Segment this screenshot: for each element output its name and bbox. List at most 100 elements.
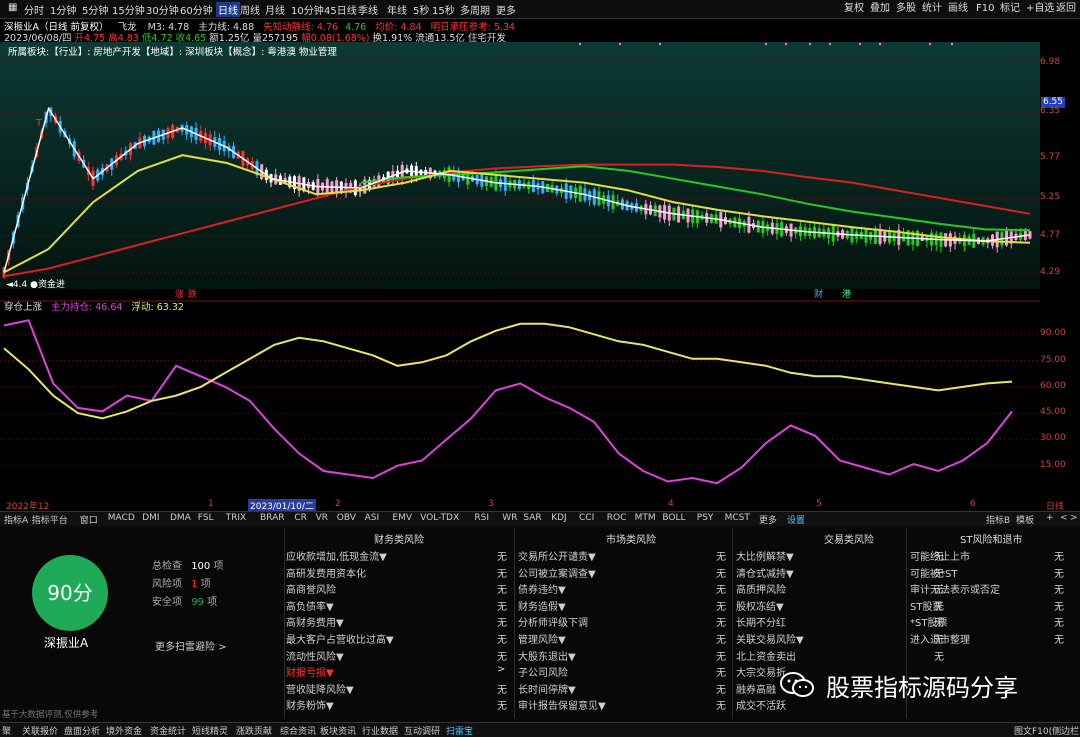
risk-item-label[interactable]: *ST股票 bbox=[910, 614, 947, 629]
indicator-tab-7[interactable]: TRIX bbox=[226, 513, 247, 523]
tab-right-0[interactable]: 指标B bbox=[986, 513, 1010, 526]
indicator-tab-13[interactable]: EMV bbox=[392, 513, 412, 523]
risk-item-label[interactable]: 审计报告保留意见▼ bbox=[518, 697, 606, 712]
period-2[interactable]: 5分钟 bbox=[82, 2, 108, 17]
footer-item-7[interactable]: 综合资讯 bbox=[280, 724, 316, 737]
indicator-tab-21[interactable]: MTM bbox=[635, 513, 656, 523]
risk-item-label[interactable]: 清仓式减持▼ bbox=[736, 565, 794, 580]
toolbar-btn-6[interactable]: 标记 bbox=[998, 1, 1022, 16]
indicator-tab-0[interactable]: 指标A bbox=[4, 513, 28, 526]
toolbar-btn-5[interactable]: F10 bbox=[974, 1, 996, 16]
footer-item-1[interactable]: 关联报价 bbox=[22, 724, 58, 737]
toolbar-btn-8[interactable]: 返回 bbox=[1054, 1, 1078, 16]
period-5[interactable]: 60分钟 bbox=[180, 2, 213, 17]
kline-chart[interactable] bbox=[0, 30, 1040, 300]
risk-item-label[interactable]: 长时间停牌▼ bbox=[518, 681, 576, 696]
period-4[interactable]: 30分钟 bbox=[146, 2, 179, 17]
period-3[interactable]: 15分钟 bbox=[112, 2, 145, 17]
tab-right-2[interactable]: + bbox=[1046, 513, 1054, 523]
risk-item-label[interactable]: 融券高融 bbox=[736, 681, 776, 696]
toolbar-btn-0[interactable]: 复权 bbox=[842, 1, 866, 16]
risk-item-label[interactable]: 高负债率▼ bbox=[286, 598, 334, 613]
indicator-tab-6[interactable]: FSL bbox=[198, 513, 214, 523]
footer-item-5[interactable]: 短线精灵 bbox=[192, 724, 228, 737]
indicator-tab-12[interactable]: ASI bbox=[365, 513, 380, 523]
indicator-tab-2[interactable]: 窗口 bbox=[80, 513, 98, 526]
indicator-tab-9[interactable]: CR bbox=[294, 513, 307, 523]
footer-item-4[interactable]: 资金统计 bbox=[150, 724, 186, 737]
period-13[interactable]: 5秒 bbox=[413, 2, 429, 17]
period-14[interactable]: 15秒 bbox=[432, 2, 455, 17]
tab-right-3[interactable]: < bbox=[1060, 513, 1068, 523]
risk-item-label[interactable]: 可能终止上市 bbox=[910, 548, 970, 563]
risk-item-label[interactable]: 成交不活跃 bbox=[736, 697, 786, 712]
risk-item-label[interactable]: 高研发费用资本化 bbox=[286, 565, 366, 580]
risk-item-label[interactable]: 最大客户占营收比过高▼ bbox=[286, 631, 394, 646]
tab-right-1[interactable]: 模板 bbox=[1016, 513, 1034, 526]
risk-item-label[interactable]: 关联交易风险▼ bbox=[736, 631, 804, 646]
toolbar-btn-7[interactable]: +自选 bbox=[1024, 1, 1056, 16]
indicator-tab-4[interactable]: DMI bbox=[142, 513, 159, 523]
indicator-tab-25[interactable]: 更多 bbox=[759, 513, 777, 526]
more-scan-link[interactable]: 更多扫雷避险 > bbox=[155, 638, 227, 653]
indicator-tab-5[interactable]: DMA bbox=[170, 513, 191, 523]
risk-item-label[interactable]: 高商誉风险 bbox=[286, 581, 336, 596]
risk-item-label[interactable]: 流动性风险▼ bbox=[286, 648, 344, 663]
indicator-tab-10[interactable]: VR bbox=[316, 513, 328, 523]
footer-item-11[interactable]: 扫雷宝 bbox=[446, 724, 473, 737]
f10-sidebar-button[interactable]: 图文F10(侧边栏) bbox=[1014, 724, 1080, 737]
indicator-tab-8[interactable]: BRAR bbox=[260, 513, 284, 523]
indicator-tab-16[interactable]: WR bbox=[502, 513, 517, 523]
toolbar-btn-3[interactable]: 统计 bbox=[920, 1, 944, 16]
risk-item-label[interactable]: 大比例解禁▼ bbox=[736, 548, 794, 563]
indicator-tab-14[interactable]: VOL-TDX bbox=[420, 513, 459, 523]
risk-item-label[interactable]: 债券违约▼ bbox=[518, 581, 566, 596]
risk-item-label[interactable]: 高质押风险 bbox=[736, 581, 786, 596]
risk-item-label[interactable]: 审计无法表示或否定 bbox=[910, 581, 1000, 596]
risk-item-label[interactable]: 财务造假▼ bbox=[518, 598, 566, 613]
risk-item-label[interactable]: 公司被立案调查▼ bbox=[518, 565, 596, 580]
toolbar-btn-4[interactable]: 画线 bbox=[946, 1, 970, 16]
indicator-tab-17[interactable]: SAR bbox=[523, 513, 541, 523]
period-6[interactable]: 日线 bbox=[216, 2, 240, 17]
footer-item-9[interactable]: 行业数据 bbox=[362, 724, 398, 737]
risk-item-label[interactable]: 长期不分红 bbox=[736, 614, 786, 629]
period-16[interactable]: 更多 bbox=[496, 2, 516, 17]
indicator-tab-3[interactable]: MACD bbox=[108, 513, 135, 523]
risk-item-label[interactable]: 大股东退出▼ bbox=[518, 648, 576, 663]
risk-item-label[interactable]: 大宗交易折 bbox=[736, 664, 786, 679]
risk-item-label[interactable]: ST股票 bbox=[910, 598, 942, 613]
indicator-tab-20[interactable]: ROC bbox=[607, 513, 627, 523]
indicator-tab-22[interactable]: BOLL bbox=[662, 513, 685, 523]
indicator-tab-15[interactable]: RSI bbox=[474, 513, 489, 523]
footer-item-6[interactable]: 涨跌贡献 bbox=[236, 724, 272, 737]
risk-item-label[interactable]: 可能被*ST bbox=[910, 565, 957, 580]
period-0[interactable]: 分时 bbox=[24, 2, 44, 17]
risk-item-label[interactable]: 财报亏损▼ bbox=[286, 664, 334, 679]
risk-item-label[interactable]: 财务粉饰▼ bbox=[286, 697, 334, 712]
risk-item-label[interactable]: 子公司风险 bbox=[518, 664, 568, 679]
risk-item-label[interactable]: 股权冻结▼ bbox=[736, 598, 784, 613]
indicator-tab-23[interactable]: PSY bbox=[697, 513, 714, 523]
risk-item-label[interactable]: 分析师评级下调 bbox=[518, 614, 588, 629]
period-7[interactable]: 周线 bbox=[240, 2, 260, 17]
indicator-tab-11[interactable]: OBV bbox=[337, 513, 356, 523]
period-8[interactable]: 月线 bbox=[265, 2, 285, 17]
indicator-chart[interactable] bbox=[0, 300, 1040, 498]
indicator-tab-19[interactable]: CCI bbox=[579, 513, 594, 523]
footer-item-2[interactable]: 盘面分析 bbox=[64, 724, 100, 737]
period-9[interactable]: 10分钟 bbox=[291, 2, 324, 17]
risk-item-label[interactable]: 进入退市整理 bbox=[910, 631, 970, 646]
indicator-tab-24[interactable]: MCST bbox=[725, 513, 750, 523]
risk-item-label[interactable]: 应收款增加,低现金流▼ bbox=[286, 548, 387, 563]
indicator-tab-18[interactable]: KDJ bbox=[551, 513, 567, 523]
toolbar-btn-2[interactable]: 多股 bbox=[894, 1, 918, 16]
footer-item-0[interactable]: 聚 bbox=[2, 724, 11, 737]
tab-right-4[interactable]: > bbox=[1070, 513, 1078, 523]
period-12[interactable]: 年线 bbox=[387, 2, 407, 17]
footer-item-10[interactable]: 互动调研 bbox=[404, 724, 440, 737]
indicator-tab-1[interactable]: 指标平台 bbox=[32, 513, 68, 526]
period-15[interactable]: 多周期 bbox=[460, 2, 490, 17]
menu-grid-icon[interactable]: ▦ bbox=[8, 2, 17, 13]
risk-item-label[interactable]: 交易所公开谴责▼ bbox=[518, 548, 596, 563]
